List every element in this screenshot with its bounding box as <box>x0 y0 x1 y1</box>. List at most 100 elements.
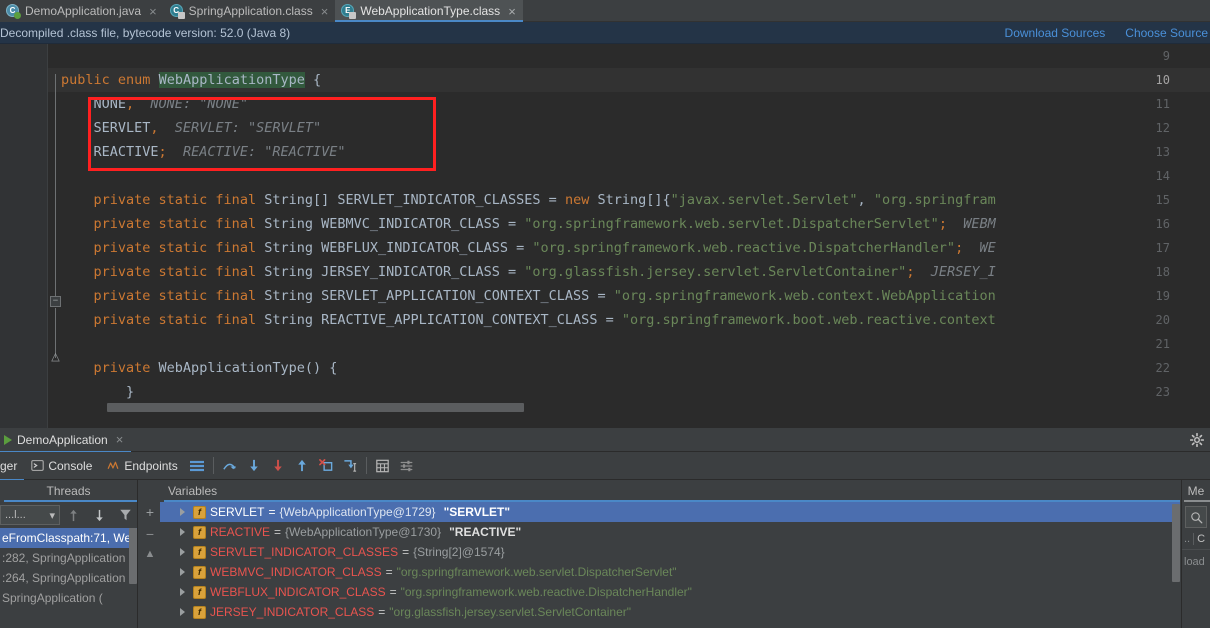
memory-search-button[interactable] <box>1185 506 1207 528</box>
variable-equals: = <box>378 605 386 619</box>
expand-arrow-icon[interactable] <box>180 548 185 556</box>
debug-session-tab[interactable]: DemoApplication × <box>0 428 132 453</box>
memory-pane: Me .. C load <box>1181 480 1210 628</box>
threads-variables-splitter[interactable] <box>137 480 138 628</box>
layout-settings-button[interactable] <box>185 454 209 478</box>
code-line-15: private static final String[] SERVLET_IN… <box>93 192 996 208</box>
tab-console[interactable]: Console <box>24 452 99 480</box>
editor-tab-webapplicationtype[interactable]: E WebApplicationType.class × <box>335 0 524 22</box>
variable-row[interactable]: f SERVLET_INDICATOR_CLASSES = {String[2]… <box>160 542 1180 562</box>
frames-vscrollbar-thumb[interactable] <box>129 528 137 584</box>
frame-item[interactable]: eFromClasspath:71, We <box>0 528 137 548</box>
editor-tab-label: SpringApplication.class <box>188 4 313 18</box>
variable-name: WEBFLUX_INDICATOR_CLASS <box>210 585 386 599</box>
variable-value: "org.glassfish.jersey.servlet.ServletCon… <box>389 605 632 619</box>
frames-up-button[interactable] <box>62 503 86 527</box>
step-into-button[interactable] <box>242 454 266 478</box>
frame-item[interactable]: SpringApplication ( <box>0 588 137 608</box>
editor-hscrollbar-track[interactable] <box>47 403 1210 420</box>
code-line-12: SERVLET, SERVLET: "SERVLET" <box>61 120 322 136</box>
frame-item[interactable]: :282, SpringApplication <box>0 548 137 568</box>
tab-endpoints[interactable]: Endpoints <box>99 452 184 480</box>
plus-icon[interactable]: + <box>146 504 154 520</box>
step-out-icon <box>298 459 306 472</box>
close-icon[interactable]: × <box>116 433 124 446</box>
code-line-20: private static final String REACTIVE_APP… <box>93 312 996 328</box>
filter-button[interactable] <box>113 503 137 527</box>
editor-tab-label: WebApplicationType.class <box>360 4 501 18</box>
code-text[interactable]: public enum WebApplicationType { NONE, N… <box>47 44 1210 428</box>
debug-session-tabbar: DemoApplication × <box>0 428 1210 453</box>
variable-row[interactable]: f WEBFLUX_INDICATOR_CLASS = "org.springf… <box>160 582 1180 602</box>
code-editor[interactable]: 9 10 11 12 13 14 15 16 17 18 19 20 21 22… <box>0 44 1210 428</box>
drop-frame-button[interactable] <box>314 454 338 478</box>
class-file-icon: C <box>169 4 185 19</box>
evaluate-expression-button[interactable] <box>371 454 395 478</box>
variable-ref: {WebApplicationType@1729} <box>279 505 436 519</box>
code-line-10: public enum WebApplicationType { <box>61 72 322 88</box>
variable-row[interactable]: f REACTIVE = {WebApplicationType@1730} "… <box>160 522 1180 542</box>
variables-vscrollbar-thumb[interactable] <box>1172 504 1180 582</box>
ide-window: C DemoApplication.java × C SpringApplica… <box>0 0 1210 628</box>
editor-gutter[interactable] <box>0 44 47 428</box>
frame-item[interactable]: :264, SpringApplication <box>0 568 137 588</box>
expand-arrow-icon[interactable] <box>180 588 185 596</box>
editor-tab-springapplication[interactable]: C SpringApplication.class × <box>163 0 336 22</box>
memory-row-dots: .. <box>1184 532 1191 545</box>
code-line-16: private static final String WEBMVC_INDIC… <box>93 216 996 232</box>
variable-value: "org.springframework.web.reactive.Dispat… <box>400 585 692 599</box>
step-out-button[interactable] <box>290 454 314 478</box>
variable-row[interactable]: f JERSEY_INDICATOR_CLASS = "org.glassfis… <box>160 602 1180 622</box>
run-to-cursor-button[interactable] <box>338 454 362 478</box>
drop-frame-icon <box>318 459 333 471</box>
close-icon[interactable]: × <box>321 5 329 18</box>
variable-name: SERVLET <box>210 505 265 519</box>
variable-row[interactable]: f SERVLET = {WebApplicationType@1729} "S… <box>160 502 1180 522</box>
force-step-into-button[interactable] <box>266 454 290 478</box>
tab-debugger[interactable]: ger <box>0 452 25 481</box>
down-arrow-icon <box>96 509 103 521</box>
variable-ref: {String[2]@1574} <box>413 545 505 559</box>
close-icon[interactable]: × <box>508 5 516 18</box>
memory-row[interactable]: .. C <box>1182 528 1210 550</box>
step-over-button[interactable] <box>218 454 242 478</box>
close-icon[interactable]: × <box>149 5 157 18</box>
expand-arrow-icon[interactable] <box>180 608 185 616</box>
field-icon: f <box>193 545 206 559</box>
field-icon: f <box>193 565 206 579</box>
variables-list[interactable]: f SERVLET = {WebApplicationType@1729} "S… <box>160 502 1180 628</box>
expand-arrow-icon[interactable] <box>180 528 185 536</box>
expand-arrow-icon[interactable] <box>180 568 185 576</box>
code-line-22: private WebApplicationType() { <box>93 360 338 376</box>
variable-row[interactable]: f WEBMVC_INDICATOR_CLASS = "org.springfr… <box>160 562 1180 582</box>
field-icon: f <box>193 505 206 519</box>
editor-hscrollbar-thumb[interactable] <box>107 403 524 412</box>
step-over-icon <box>223 463 237 470</box>
toolbar-separator <box>365 457 367 474</box>
choose-source-link[interactable]: Choose Source <box>1125 26 1208 40</box>
frames-list[interactable]: eFromClasspath:71, We :282, SpringApplic… <box>0 528 137 608</box>
gear-icon[interactable] <box>1190 432 1204 447</box>
threads-pane-title: Threads <box>0 480 137 502</box>
minus-icon[interactable]: − <box>146 526 154 542</box>
variable-equals: = <box>268 505 276 519</box>
editor-tab-demoapplication[interactable]: C DemoApplication.java × <box>0 0 164 22</box>
debug-panes: Threads ...l... ▾ eFromClasspath:71, We … <box>0 480 1210 628</box>
tab-endpoints-label: Endpoints <box>124 458 178 473</box>
console-icon <box>31 459 45 472</box>
code-line-17: private static final String WEBFLUX_INDI… <box>93 240 996 256</box>
frames-down-button[interactable] <box>88 503 112 527</box>
expand-arrow-icon[interactable] <box>180 508 185 516</box>
variable-name: SERVLET_INDICATOR_CLASSES <box>210 545 399 559</box>
java-file-icon: C <box>6 4 21 19</box>
debug-tool-window: DemoApplication × ger Console Endpoints … <box>0 428 1210 628</box>
tab-debugger-label: ger <box>0 458 18 473</box>
download-sources-link[interactable]: Download Sources <box>1005 26 1106 40</box>
settings-button[interactable] <box>395 454 419 478</box>
thread-selector-combo[interactable]: ...l... ▾ <box>0 505 60 525</box>
up-triangle-icon[interactable]: ▲ <box>145 548 156 560</box>
notice-links: Download Sources Choose Source <box>1005 26 1210 40</box>
variable-equals: = <box>274 525 282 539</box>
editor-tab-bar: C DemoApplication.java × C SpringApplica… <box>0 0 1210 22</box>
editor-tab-label: DemoApplication.java <box>25 4 142 18</box>
